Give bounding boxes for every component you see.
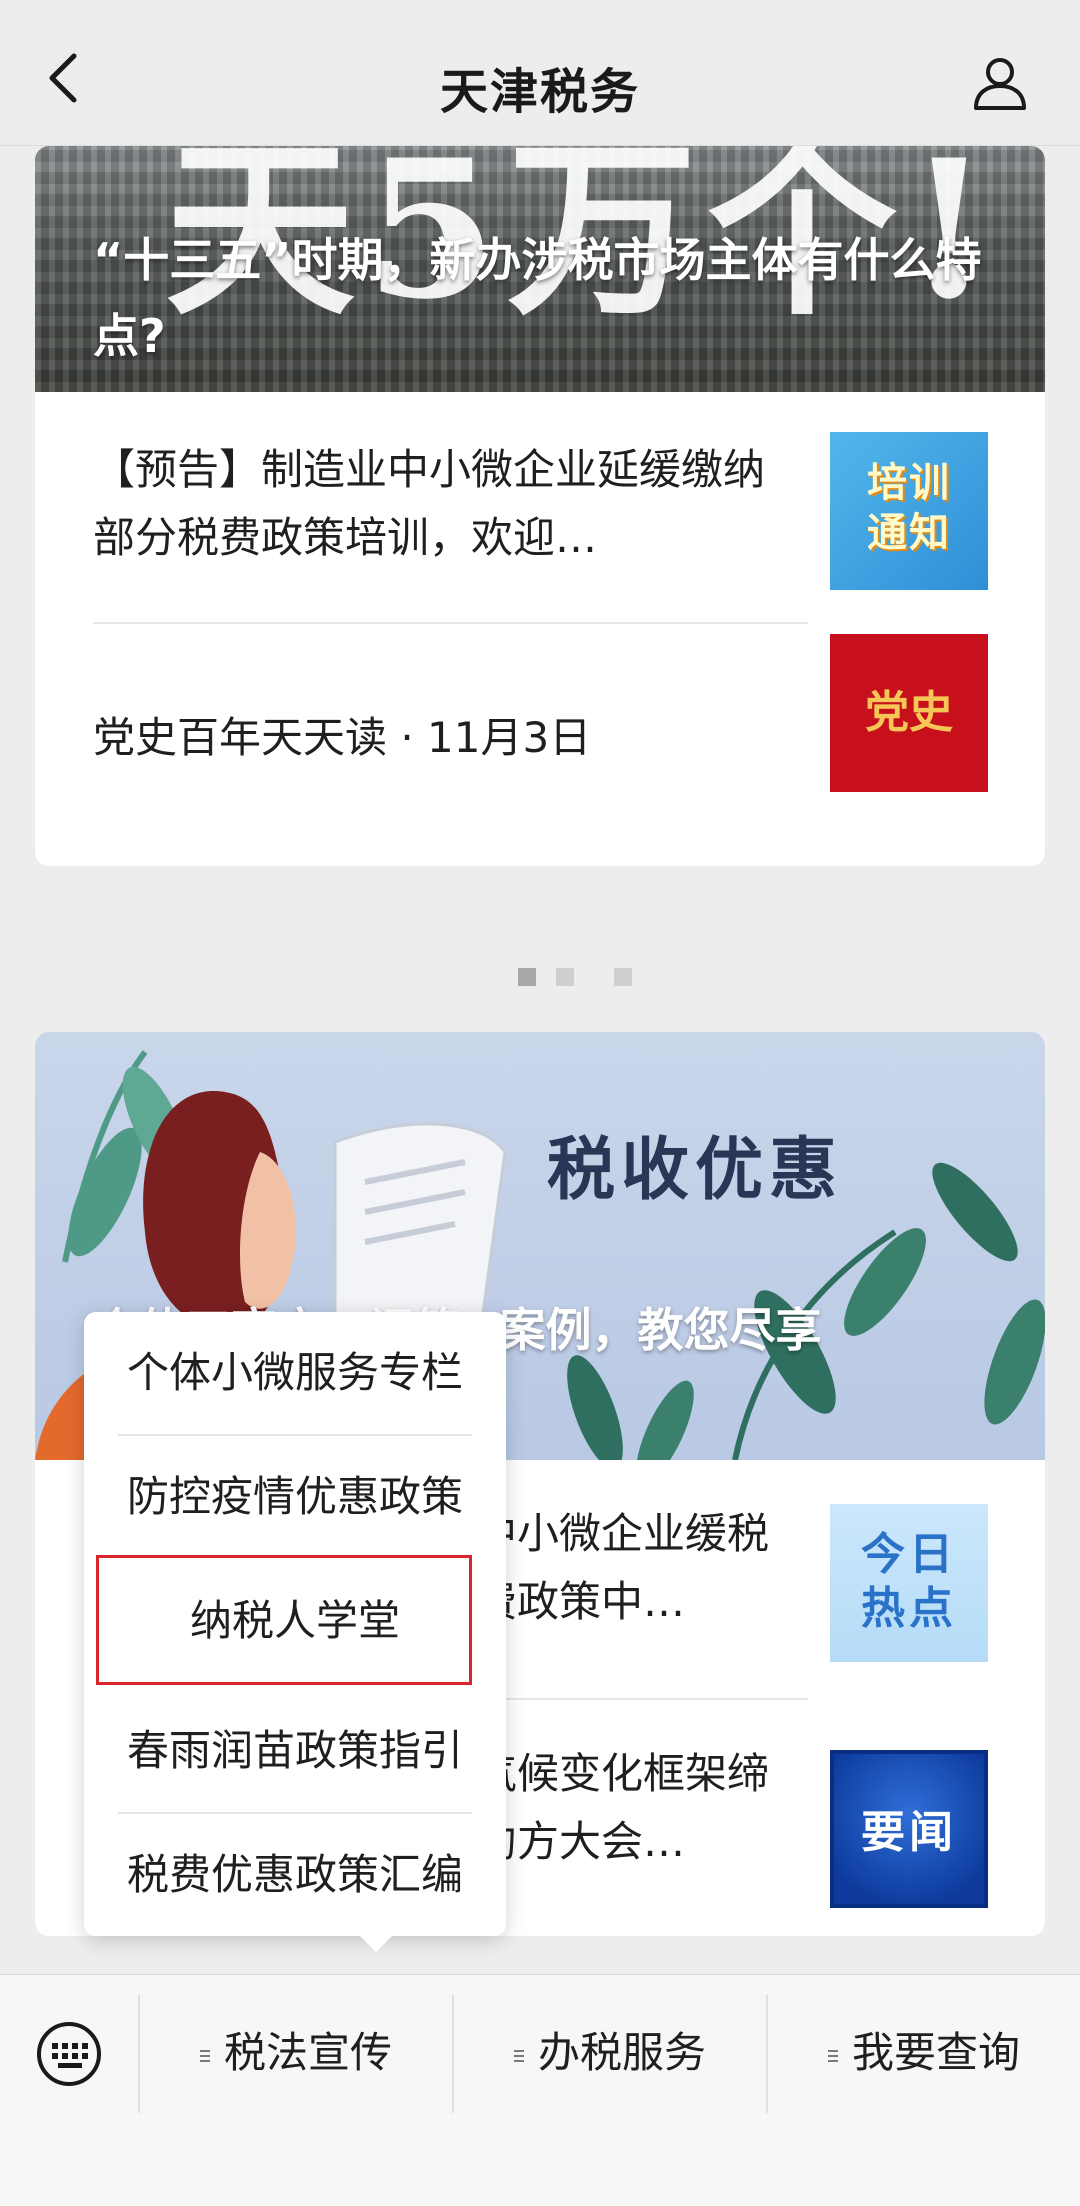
submenu-item[interactable]: 防控疫情优惠政策: [84, 1436, 506, 1558]
cover-title: 税收优惠: [547, 1130, 844, 1210]
menu-lines-icon: [827, 2047, 838, 2065]
pagination-dot: [556, 968, 574, 986]
article-title: 中小微企业缓税费政策中…: [475, 1509, 770, 1626]
page-title: 天津税务: [439, 64, 640, 120]
tab-tax-services[interactable]: 办税服务: [454, 2011, 766, 2095]
submenu-item[interactable]: 春雨润苗政策指引: [84, 1690, 506, 1812]
keyboard-icon[interactable]: [36, 2021, 102, 2087]
article-thumbnail: 要闻: [830, 1750, 988, 1908]
article-thumbnail: 培训 通知: [830, 432, 988, 590]
submenu-item[interactable]: 个体小微服务专栏: [84, 1312, 506, 1434]
tab-query[interactable]: 我要查询: [768, 2011, 1080, 2095]
article-thumbnail: 今日 热点: [830, 1504, 988, 1662]
menu-lines-icon: [513, 2047, 524, 2065]
article-card-1: 天5万个! “十三五”时期，新办涉税市场主体有什么特点? 【预告】制造业中小微企…: [35, 146, 1045, 866]
bottom-menu-bar: 税法宣传 办税服务 我要查询: [0, 1974, 1080, 2206]
article-item[interactable]: 党史百年天天读 · 11月3日 党史100百年: [35, 624, 1045, 866]
pagination-dot: [614, 968, 632, 986]
menu-lines-icon: [199, 2047, 210, 2065]
article-thumbnail: 党史100百年: [830, 634, 988, 792]
article-title: 气候变化框架缔约方大会…: [475, 1749, 770, 1866]
submenu-item[interactable]: 税费优惠政策汇编: [84, 1814, 506, 1936]
cover-caption: “十三五”时期，新办涉税市场主体有什么特点?: [93, 233, 982, 363]
cover-article[interactable]: 天5万个! “十三五”时期，新办涉税市场主体有什么特点?: [35, 146, 1045, 392]
submenu-item-selected[interactable]: 纳税人学堂: [84, 1560, 506, 1682]
tab-tax-law-promotion[interactable]: 税法宣传: [140, 2011, 452, 2095]
popup-arrow: [360, 1936, 392, 1952]
nav-bar: 天津税务: [0, 0, 1080, 146]
article-item[interactable]: 【预告】制造业中小微企业延缓缴纳部分税费政策培训，欢迎… 培训 通知: [35, 392, 1045, 630]
article-title: 【预告】制造业中小微企业延缓缴纳部分税费政策培训，欢迎…: [93, 445, 766, 562]
user-icon[interactable]: [970, 52, 1030, 112]
submenu-popup: 个体小微服务专栏 防控疫情优惠政策 纳税人学堂 春雨润苗政策指引 税费优惠政策汇…: [84, 1312, 506, 1952]
article-title: 党史百年天天读 · 11月3日: [93, 713, 592, 762]
pagination-dot-active: [518, 968, 536, 986]
